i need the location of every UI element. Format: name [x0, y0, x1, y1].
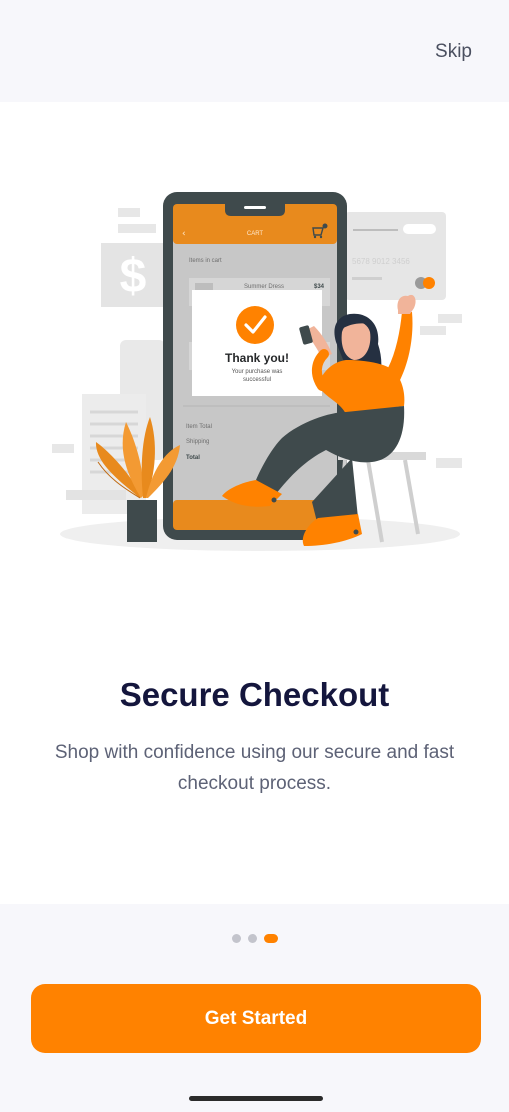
- card-number: 5678 9012 3456: [352, 257, 410, 266]
- product-name: Summer Dress: [244, 284, 284, 290]
- item-total-label: Item Total: [186, 424, 212, 430]
- page-dot: [231, 934, 241, 943]
- secure-checkout-illustration: $ 5678 9012 3456 CART ‹ Items in cart Su…: [52, 192, 462, 551]
- wall-brick: [52, 444, 74, 453]
- page-description: Shop with confidence using our secure an…: [54, 742, 455, 794]
- page-dot: [247, 934, 257, 943]
- page-dot-active: [263, 934, 278, 943]
- product-price: $34: [314, 284, 325, 290]
- purchase-message-line2: successful: [243, 377, 271, 383]
- thank-you-text: Thank you!: [225, 351, 289, 365]
- onboarding-content: $ 5678 9012 3456 CART ‹ Items in cart Su…: [0, 102, 509, 904]
- get-started-button[interactable]: Get Started: [31, 984, 481, 1053]
- wall-brick: [420, 326, 446, 335]
- shipping-label: Shipping: [186, 439, 209, 445]
- dollar-sign-icon: $: [101, 243, 165, 307]
- back-arrow-icon: ‹: [182, 229, 186, 239]
- items-in-cart-label: Items in cart: [189, 258, 222, 264]
- phone-header: CART: [247, 231, 264, 237]
- page-indicator: [0, 934, 509, 943]
- thank-you-card: Thank you! Your purchase was successful: [192, 290, 322, 396]
- page-title: Secure Checkout: [119, 676, 390, 713]
- top-bar: Skip: [0, 0, 509, 102]
- wall-brick: [118, 224, 156, 233]
- home-indicator: [189, 1096, 323, 1101]
- svg-text:$: $: [120, 250, 147, 303]
- credit-card-illustration: 5678 9012 3456: [345, 212, 446, 300]
- wall-brick: [436, 458, 462, 468]
- purchase-message-line1: Your purchase was: [232, 369, 283, 375]
- wall-brick: [118, 208, 140, 217]
- skip-button[interactable]: Skip: [435, 41, 472, 63]
- bottom-panel: Get Started: [0, 904, 509, 1112]
- wall-brick: [438, 314, 462, 323]
- total-label: Total: [186, 455, 200, 461]
- checkmark-icon: [236, 306, 274, 344]
